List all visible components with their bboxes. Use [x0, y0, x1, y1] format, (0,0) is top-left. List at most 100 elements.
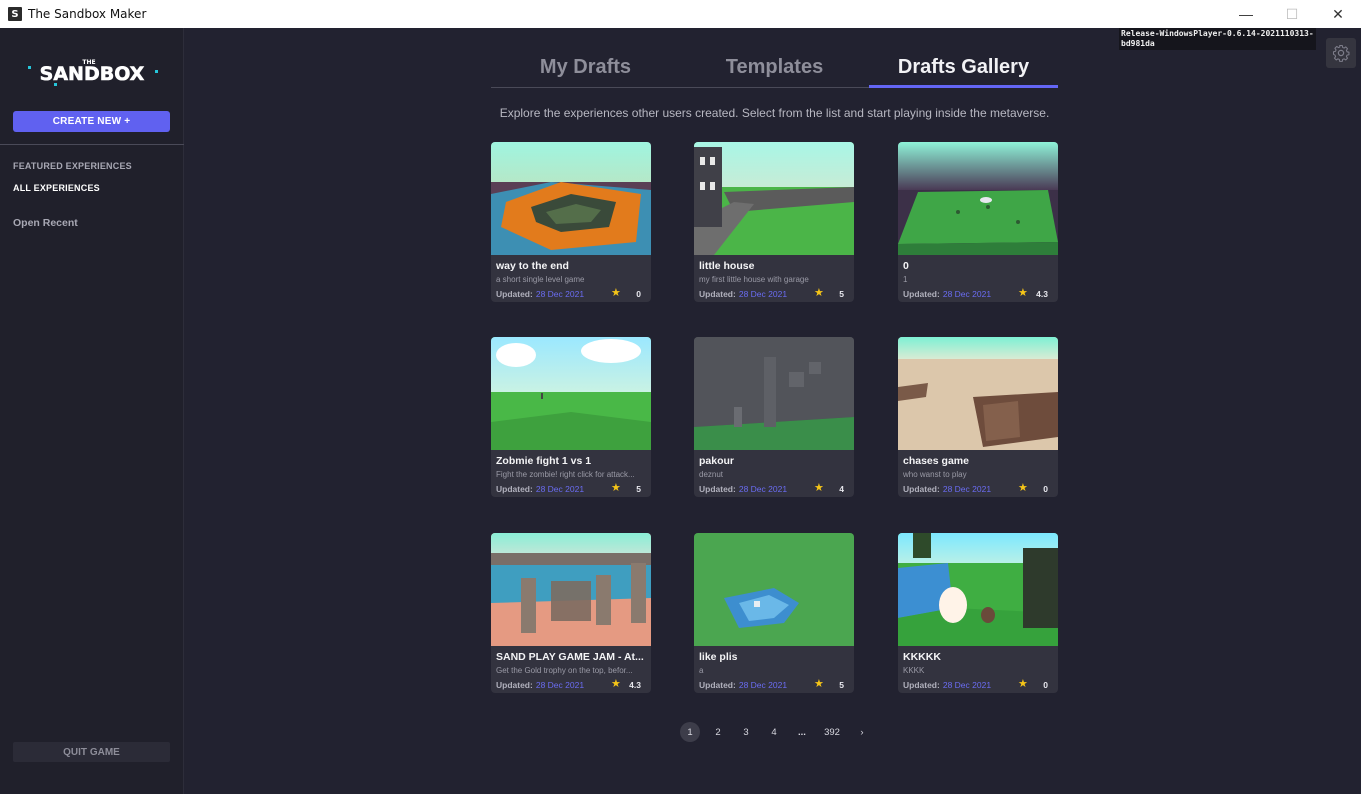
updated-label: Updated:: [496, 484, 533, 494]
card-rating: 0: [1043, 484, 1048, 494]
card-description: my first little house with garage: [699, 275, 809, 284]
page-3-button[interactable]: 3: [736, 722, 756, 742]
updated-label: Updated:: [496, 289, 533, 299]
card-title: like plis: [699, 651, 738, 663]
card-rating: 0: [1043, 680, 1048, 690]
sidebar-item-all-experiences[interactable]: ALL EXPERIENCES: [13, 183, 100, 193]
window-controls: — ☐ ✕: [1223, 0, 1361, 28]
sidebar-item-featured[interactable]: FEATURED EXPERIENCES: [13, 161, 132, 171]
star-icon: ★: [1018, 678, 1028, 690]
experience-card[interactable]: little house my first little house with …: [694, 142, 854, 302]
card-title: little house: [699, 260, 755, 272]
pagination-ellipsis: ...: [798, 726, 806, 738]
sidebar-item-open-recent[interactable]: Open Recent: [13, 217, 78, 229]
card-title: pakour: [699, 455, 735, 467]
card-description: deznut: [699, 470, 724, 479]
tab-my-drafts[interactable]: My Drafts: [491, 56, 680, 88]
page-1-button[interactable]: 1: [680, 722, 700, 742]
card-updated: Updated: 28 Dec 2021: [496, 484, 584, 494]
card-title: Zobmie fight 1 vs 1: [496, 455, 592, 467]
page-2-button[interactable]: 2: [708, 722, 728, 742]
star-icon: ★: [1018, 287, 1028, 299]
version-line-2: bd981da: [1121, 39, 1155, 48]
experience-card[interactable]: Zobmie fight 1 vs 1 Fight the zombie! ri…: [491, 337, 651, 497]
card-description: a: [699, 666, 704, 675]
updated-label: Updated:: [903, 680, 940, 690]
close-button[interactable]: ✕: [1315, 0, 1361, 28]
card-date: 28 Dec 2021: [535, 484, 585, 494]
experience-card[interactable]: pakour deznut Updated: 28 Dec 2021 ★ 4: [694, 337, 854, 497]
experience-thumbnail: [694, 142, 854, 255]
card-date: 28 Dec 2021: [942, 289, 992, 299]
window-titlebar: S The Sandbox Maker — ☐ ✕: [0, 0, 1361, 28]
updated-label: Updated:: [699, 680, 736, 690]
card-updated: Updated: 28 Dec 2021: [903, 484, 991, 494]
tab-templates[interactable]: Templates: [680, 56, 869, 88]
experience-card[interactable]: KKKKK KKKK Updated: 28 Dec 2021 ★ 0: [898, 533, 1058, 693]
card-updated: Updated: 28 Dec 2021: [699, 289, 787, 299]
star-icon: ★: [814, 678, 824, 690]
sidebar: THE SANDBOX CREATE NEW + FEATURED EXPERI…: [0, 28, 184, 794]
page-4-button[interactable]: 4: [764, 722, 784, 742]
tab-drafts-gallery[interactable]: Drafts Gallery: [869, 56, 1058, 88]
star-icon: ★: [611, 678, 621, 690]
card-title: KKKKK: [903, 651, 941, 663]
maximize-button[interactable]: ☐: [1269, 0, 1315, 28]
card-date: 28 Dec 2021: [942, 484, 992, 494]
card-description: a short single level game: [496, 275, 585, 284]
star-icon: ★: [814, 287, 824, 299]
experience-thumbnail: [898, 533, 1058, 646]
experience-card[interactable]: chases game who wanst to play Updated: 28…: [898, 337, 1058, 497]
card-title: SAND PLAY GAME JAM - At...: [496, 651, 644, 663]
card-title: 0: [903, 260, 909, 272]
sidebar-divider: [0, 144, 184, 145]
card-description: who wanst to play: [903, 470, 967, 479]
experience-card[interactable]: like plis a Updated: 28 Dec 2021 ★ 5: [694, 533, 854, 693]
experience-card[interactable]: SAND PLAY GAME JAM - At... Get the Gold …: [491, 533, 651, 693]
settings-button[interactable]: [1326, 38, 1356, 68]
card-rating: 5: [636, 484, 641, 494]
card-updated: Updated: 28 Dec 2021: [496, 680, 584, 690]
minimize-button[interactable]: —: [1223, 0, 1269, 28]
gear-icon: [1332, 44, 1350, 62]
star-icon: ★: [1018, 482, 1028, 494]
active-tab-indicator: [869, 85, 1058, 88]
experience-thumbnail: [898, 337, 1058, 450]
card-updated: Updated: 28 Dec 2021: [699, 680, 787, 690]
logo-main-text: SANDBOX: [40, 63, 145, 85]
chevron-right-icon[interactable]: ›: [852, 722, 872, 742]
card-title: chases game: [903, 455, 969, 467]
version-label: Release-WindowsPlayer-0.6.14-2021110313-…: [1119, 28, 1316, 50]
gallery-subtitle: Explore the experiences other users crea…: [499, 106, 1050, 120]
card-description: Fight the zombie! right click for attack…: [496, 470, 635, 479]
star-icon: ★: [814, 482, 824, 494]
updated-label: Updated:: [699, 289, 736, 299]
experience-thumbnail: [491, 533, 651, 646]
experience-thumbnail: [694, 533, 854, 646]
card-date: 28 Dec 2021: [738, 680, 788, 690]
card-description: 1: [903, 275, 908, 284]
card-title: way to the end: [496, 260, 569, 272]
experience-card[interactable]: 0 1 Updated: 28 Dec 2021 ★ 4.3: [898, 142, 1058, 302]
experience-thumbnail: [491, 142, 651, 255]
page-last-button[interactable]: 392: [820, 722, 844, 742]
updated-label: Updated:: [699, 484, 736, 494]
create-new-button[interactable]: CREATE NEW +: [13, 111, 170, 132]
window-title: The Sandbox Maker: [28, 7, 147, 21]
card-date: 28 Dec 2021: [738, 484, 788, 494]
sandbox-logo: THE SANDBOX: [28, 59, 158, 86]
experience-thumbnail: [898, 142, 1058, 255]
card-description: Get the Gold trophy on the top, befor...: [496, 666, 633, 675]
experience-card[interactable]: way to the end a short single level game…: [491, 142, 651, 302]
card-date: 28 Dec 2021: [535, 680, 585, 690]
updated-label: Updated:: [903, 484, 940, 494]
experience-thumbnail: [491, 337, 651, 450]
card-rating: 4.3: [1036, 289, 1048, 299]
sandbox-app-icon: S: [8, 7, 22, 21]
card-rating: 4.3: [629, 680, 641, 690]
star-icon: ★: [611, 482, 621, 494]
card-description: KKKK: [903, 666, 925, 675]
star-icon: ★: [611, 287, 621, 299]
card-rating: 4: [839, 484, 844, 494]
quit-game-button[interactable]: QUIT GAME: [13, 742, 170, 762]
